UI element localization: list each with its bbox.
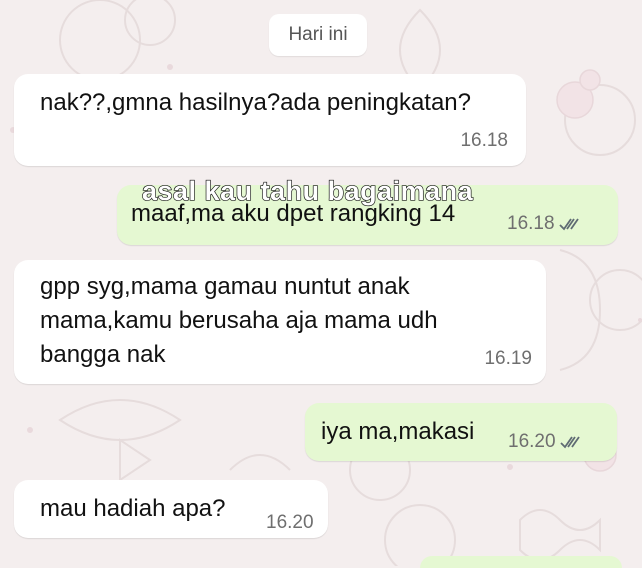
double-check-icon bbox=[559, 436, 580, 449]
message-timestamp: 16.20 bbox=[508, 425, 582, 459]
timestamp-text: 16.20 bbox=[508, 431, 556, 452]
message-text: nak??,gmna hasilnya?ada peningkatan? bbox=[40, 89, 472, 116]
incoming-message[interactable]: nak??,gmna hasilnya?ada peningkatan? 16.… bbox=[14, 74, 526, 166]
message-timestamp: 16.18 bbox=[460, 124, 508, 158]
chat-thread: Hari ini nak??,gmna hasilnya?ada peningk… bbox=[0, 0, 642, 568]
outgoing-message[interactable]: iya ma,makasi 16.20 bbox=[305, 403, 617, 461]
date-divider-label: Hari ini bbox=[288, 24, 348, 45]
date-divider: Hari ini bbox=[269, 14, 367, 56]
message-timestamp: 16.20 bbox=[266, 506, 314, 540]
message-timestamp: 16.18 bbox=[507, 207, 581, 241]
timestamp-text: 16.20 bbox=[266, 512, 314, 533]
timestamp-text: 16.19 bbox=[484, 348, 532, 369]
incoming-message[interactable]: gpp syg,mama gamau nuntut anak mama,kamu… bbox=[14, 260, 546, 384]
message-text: mau hadiah apa? bbox=[40, 495, 226, 522]
timestamp-text: 16.18 bbox=[460, 130, 508, 151]
message-text: gpp syg,mama gamau nuntut anak mama,kamu… bbox=[40, 273, 438, 368]
message-text: iya ma,makasi bbox=[321, 418, 475, 445]
caption-overlay-text: asal kau tahu bagaimana bbox=[141, 175, 474, 206]
outgoing-message-partial[interactable] bbox=[420, 556, 622, 568]
message-timestamp: 16.19 bbox=[484, 342, 532, 376]
double-check-icon bbox=[558, 218, 579, 231]
timestamp-text: 16.18 bbox=[507, 213, 555, 234]
incoming-message[interactable]: mau hadiah apa? 16.20 bbox=[14, 480, 328, 538]
